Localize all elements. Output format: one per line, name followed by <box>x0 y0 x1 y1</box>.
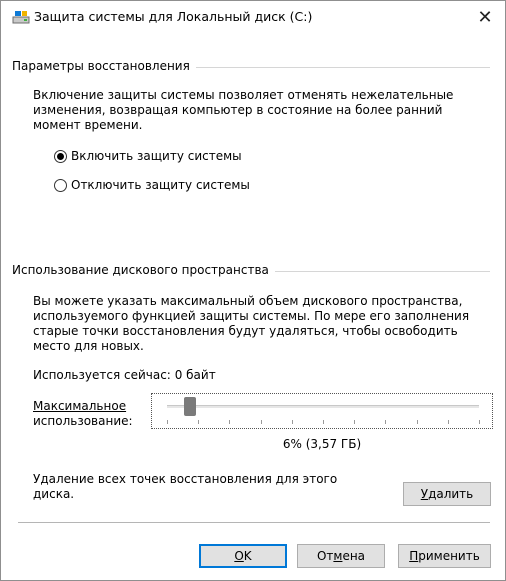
slider-tick <box>198 420 199 424</box>
slider-tick <box>417 420 418 424</box>
slider-tick <box>229 420 230 424</box>
ok-button-label: K <box>243 549 252 563</box>
apply-button[interactable]: Применить <box>398 544 491 568</box>
disk-description-line: Вы можете указать максимальный объем дис… <box>33 294 463 308</box>
delete-description-line1: Удаление всех точек восстановления для э… <box>33 472 338 486</box>
drive-icon <box>12 11 30 24</box>
current-usage: Используется сейчас: 0 байт <box>33 368 216 383</box>
current-usage-value: 0 байт <box>174 368 216 382</box>
apply-button-accel: П <box>409 549 419 563</box>
delete-button[interactable]: Удалить <box>403 482 491 506</box>
window-title: Защита системы для Локальный диск (C:) <box>34 9 313 24</box>
cancel-button-post: ена <box>342 549 366 563</box>
slider-tick <box>479 420 480 424</box>
delete-description-line2: диска. <box>33 487 75 501</box>
radio-checked-icon[interactable] <box>54 149 67 163</box>
slider-tick <box>385 420 386 424</box>
disk-group-title: Использование дискового пространства <box>12 263 275 277</box>
slider-thumb[interactable] <box>184 397 196 416</box>
slider-tick <box>167 420 168 424</box>
cancel-button-pre: От <box>316 549 334 563</box>
max-usage-label-line2: использование: <box>33 414 133 428</box>
radio-unchecked-icon[interactable] <box>54 178 67 192</box>
slider-tick <box>354 420 355 424</box>
disable-protection-label: Отключить защиту системы <box>71 178 250 192</box>
slider-tick <box>448 420 449 424</box>
footer-separator <box>18 522 490 523</box>
close-button[interactable]: ✕ <box>465 1 505 33</box>
max-usage-slider[interactable] <box>151 393 493 429</box>
slider-value: 6% (3,57 ГБ) <box>282 437 362 451</box>
disk-description: Вы можете указать максимальный объем дис… <box>33 294 469 354</box>
disable-protection-radio[interactable]: Отключить защиту системы <box>54 178 250 192</box>
slider-track[interactable] <box>167 405 479 408</box>
cancel-button-accel: м <box>333 549 343 563</box>
restore-description-line: Включение защиты системы позволяет отмен… <box>33 88 454 102</box>
slider-tick <box>292 420 293 424</box>
restore-group-title: Параметры восстановления <box>12 59 196 73</box>
restore-description: Включение защиты системы позволяет отмен… <box>33 88 453 133</box>
disk-description-line: место для новых. <box>33 339 144 353</box>
cancel-button[interactable]: От м ена <box>297 544 385 568</box>
enable-protection-radio[interactable]: Включить защиту системы <box>54 149 242 163</box>
delete-button-accel: У <box>420 487 429 501</box>
slider-tick <box>261 420 262 424</box>
delete-description: Удаление всех точек восстановления для э… <box>33 472 337 502</box>
close-icon: ✕ <box>477 6 493 28</box>
disk-description-line: старые точки восстановления будут удалят… <box>33 324 458 338</box>
max-usage-label: Максимальное использование: <box>33 399 133 429</box>
max-usage-label-line1: Максимальное <box>33 399 127 413</box>
title-bar: Защита системы для Локальный диск (C:) ✕ <box>1 1 505 33</box>
enable-protection-label: Включить защиту системы <box>71 149 242 163</box>
restore-description-line: изменения, возвращая компьютер в состоян… <box>33 103 443 117</box>
system-protection-dialog: Защита системы для Локальный диск (C:) ✕… <box>0 0 506 581</box>
slider-tick <box>323 420 324 424</box>
ok-button[interactable]: ОK <box>199 544 287 568</box>
apply-button-label: рименить <box>418 549 480 563</box>
delete-button-label: далить <box>428 487 474 501</box>
current-usage-label: Используется сейчас: <box>33 368 171 382</box>
ok-button-accel: О <box>234 549 244 563</box>
restore-description-line: момент времени. <box>33 118 143 132</box>
disk-description-line: используемого функцией защиты системы. П… <box>33 309 470 323</box>
